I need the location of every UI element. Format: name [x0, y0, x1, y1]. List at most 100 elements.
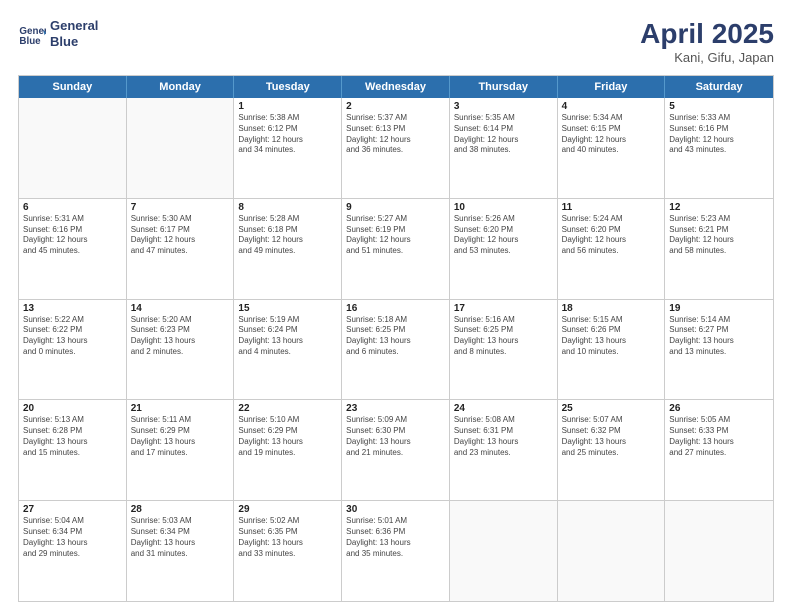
cell-info-line: and 17 minutes.	[131, 448, 230, 459]
cell-info-line: Sunset: 6:32 PM	[562, 426, 661, 437]
day-number: 11	[562, 202, 661, 213]
cell-info-line: Sunrise: 5:04 AM	[23, 516, 122, 527]
day-number: 4	[562, 101, 661, 112]
cell-info-line: Sunrise: 5:38 AM	[238, 113, 337, 124]
cell-info-line: Sunset: 6:28 PM	[23, 426, 122, 437]
cell-info-line: Daylight: 12 hours	[131, 235, 230, 246]
cell-info-line: and 23 minutes.	[454, 448, 553, 459]
calendar-empty-cell	[665, 501, 773, 601]
cell-info-line: Sunrise: 5:35 AM	[454, 113, 553, 124]
calendar-day-9: 9Sunrise: 5:27 AMSunset: 6:19 PMDaylight…	[342, 199, 450, 299]
cell-info-line: Sunset: 6:29 PM	[131, 426, 230, 437]
cell-info-line: Sunset: 6:24 PM	[238, 325, 337, 336]
header-day-saturday: Saturday	[665, 76, 773, 98]
cell-info-line: and 27 minutes.	[669, 448, 769, 459]
cell-info-line: and 35 minutes.	[346, 549, 445, 560]
calendar-day-28: 28Sunrise: 5:03 AMSunset: 6:34 PMDayligh…	[127, 501, 235, 601]
cell-info-line: and 51 minutes.	[346, 246, 445, 257]
cell-info-line: Daylight: 12 hours	[454, 235, 553, 246]
svg-text:Blue: Blue	[19, 35, 41, 46]
cell-info-line: Sunrise: 5:09 AM	[346, 415, 445, 426]
cell-info-line: Daylight: 13 hours	[669, 437, 769, 448]
cell-info-line: and 47 minutes.	[131, 246, 230, 257]
calendar-day-13: 13Sunrise: 5:22 AMSunset: 6:22 PMDayligh…	[19, 300, 127, 400]
cell-info-line: and 25 minutes.	[562, 448, 661, 459]
cell-info-line: Daylight: 13 hours	[131, 336, 230, 347]
cell-info-line: Sunrise: 5:24 AM	[562, 214, 661, 225]
calendar-day-22: 22Sunrise: 5:10 AMSunset: 6:29 PMDayligh…	[234, 400, 342, 500]
day-number: 8	[238, 202, 337, 213]
calendar-empty-cell	[19, 98, 127, 198]
page-header: General Blue General Blue April 2025 Kan…	[18, 18, 774, 65]
calendar-week-1: 1Sunrise: 5:38 AMSunset: 6:12 PM Daylight…	[19, 98, 773, 199]
logo-line2: Blue	[50, 34, 98, 50]
cell-info-line: and 19 minutes.	[238, 448, 337, 459]
cell-info-line: and 10 minutes.	[562, 347, 661, 358]
cell-info-line: and 2 minutes.	[131, 347, 230, 358]
cell-info-line: and 40 minutes.	[562, 145, 661, 156]
cell-info-line: and 33 minutes.	[238, 549, 337, 560]
cell-info-line: Daylight: 13 hours	[669, 336, 769, 347]
cell-info-line: and 53 minutes.	[454, 246, 553, 257]
day-number: 5	[669, 101, 769, 112]
calendar-week-5: 27Sunrise: 5:04 AMSunset: 6:34 PMDayligh…	[19, 501, 773, 601]
cell-info-line: Sunrise: 5:23 AM	[669, 214, 769, 225]
cell-info-line: Daylight: 12 hours	[562, 235, 661, 246]
logo: General Blue General Blue	[18, 18, 98, 49]
day-number: 3	[454, 101, 553, 112]
calendar-day-21: 21Sunrise: 5:11 AMSunset: 6:29 PMDayligh…	[127, 400, 235, 500]
calendar-day-1: 1Sunrise: 5:38 AMSunset: 6:12 PMDaylight…	[234, 98, 342, 198]
cell-info-line: Sunrise: 5:11 AM	[131, 415, 230, 426]
day-number: 15	[238, 303, 337, 314]
day-number: 18	[562, 303, 661, 314]
cell-info-line: Sunset: 6:12 PM	[238, 124, 337, 135]
cell-info-line: Sunset: 6:36 PM	[346, 527, 445, 538]
cell-info-line: and 21 minutes.	[346, 448, 445, 459]
day-number: 2	[346, 101, 445, 112]
cell-info-line: Sunset: 6:14 PM	[454, 124, 553, 135]
calendar-day-17: 17Sunrise: 5:16 AMSunset: 6:25 PMDayligh…	[450, 300, 558, 400]
calendar-day-16: 16Sunrise: 5:18 AMSunset: 6:25 PMDayligh…	[342, 300, 450, 400]
header-day-tuesday: Tuesday	[234, 76, 342, 98]
cell-info-line: and 38 minutes.	[454, 145, 553, 156]
cell-info-line: Daylight: 13 hours	[346, 437, 445, 448]
cell-info-line: Daylight: 12 hours	[562, 135, 661, 146]
cell-info-line: Sunrise: 5:16 AM	[454, 315, 553, 326]
calendar-day-15: 15Sunrise: 5:19 AMSunset: 6:24 PMDayligh…	[234, 300, 342, 400]
calendar-day-6: 6Sunrise: 5:31 AMSunset: 6:16 PMDaylight…	[19, 199, 127, 299]
cell-info-line: Sunrise: 5:26 AM	[454, 214, 553, 225]
cell-info-line: and 4 minutes.	[238, 347, 337, 358]
cell-info-line: Daylight: 12 hours	[23, 235, 122, 246]
cell-info-line: Daylight: 13 hours	[346, 538, 445, 549]
day-number: 10	[454, 202, 553, 213]
calendar-empty-cell	[450, 501, 558, 601]
calendar-day-25: 25Sunrise: 5:07 AMSunset: 6:32 PMDayligh…	[558, 400, 666, 500]
day-number: 25	[562, 403, 661, 414]
cell-info-line: Daylight: 13 hours	[238, 336, 337, 347]
day-number: 1	[238, 101, 337, 112]
day-number: 7	[131, 202, 230, 213]
cell-info-line: Sunset: 6:25 PM	[454, 325, 553, 336]
day-number: 20	[23, 403, 122, 414]
calendar-header-row: SundayMondayTuesdayWednesdayThursdayFrid…	[19, 76, 773, 98]
cell-info-line: Daylight: 13 hours	[23, 437, 122, 448]
cell-info-line: Daylight: 13 hours	[238, 437, 337, 448]
logo-text: General Blue	[50, 18, 98, 49]
calendar-day-12: 12Sunrise: 5:23 AMSunset: 6:21 PMDayligh…	[665, 199, 773, 299]
cell-info-line: Sunrise: 5:27 AM	[346, 214, 445, 225]
cell-info-line: and 58 minutes.	[669, 246, 769, 257]
cell-info-line: Sunset: 6:16 PM	[669, 124, 769, 135]
cell-info-line: Sunrise: 5:28 AM	[238, 214, 337, 225]
header-day-wednesday: Wednesday	[342, 76, 450, 98]
cell-info-line: Sunset: 6:30 PM	[346, 426, 445, 437]
cell-info-line: Daylight: 13 hours	[23, 538, 122, 549]
day-number: 16	[346, 303, 445, 314]
cell-info-line: and 31 minutes.	[131, 549, 230, 560]
cell-info-line: and 13 minutes.	[669, 347, 769, 358]
cell-info-line: Sunrise: 5:37 AM	[346, 113, 445, 124]
cell-info-line: Daylight: 13 hours	[346, 336, 445, 347]
cell-info-line: Daylight: 13 hours	[454, 437, 553, 448]
header-day-friday: Friday	[558, 76, 666, 98]
cell-info-line: Sunset: 6:20 PM	[454, 225, 553, 236]
calendar-day-20: 20Sunrise: 5:13 AMSunset: 6:28 PMDayligh…	[19, 400, 127, 500]
